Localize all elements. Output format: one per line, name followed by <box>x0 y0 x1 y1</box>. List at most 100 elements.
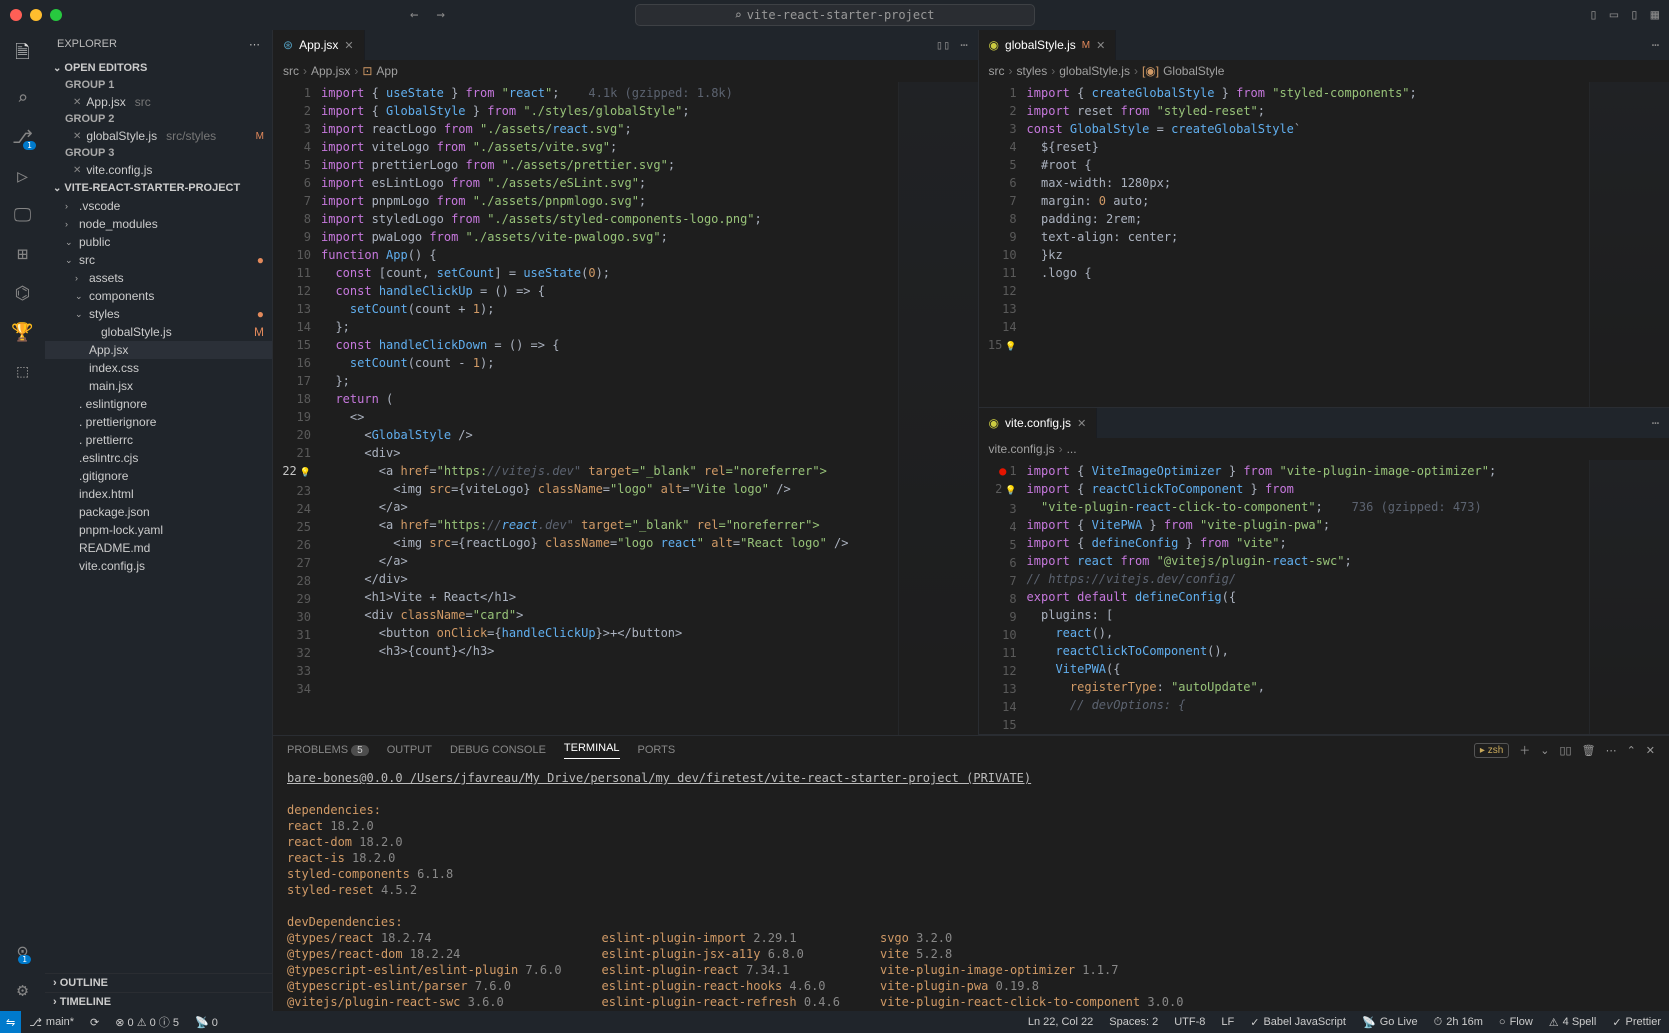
sync-icon[interactable]: ⟳ <box>82 1011 107 1033</box>
code-editor[interactable]: import { ViteImageOptimizer } from "vite… <box>1027 460 1589 734</box>
radio-status[interactable]: 📡 0 <box>187 1011 226 1033</box>
file-item[interactable]: globalStyle.jsM <box>45 323 272 341</box>
encoding[interactable]: UTF-8 <box>1166 1016 1213 1029</box>
trophy-icon[interactable]: 🏆 <box>11 322 33 343</box>
layout-panel-icon[interactable]: ▭ <box>1610 7 1618 23</box>
prettier-status[interactable]: ✓ Prettier <box>1604 1016 1669 1029</box>
file-item[interactable]: .eslintrc.cjs <box>45 449 272 467</box>
trash-icon[interactable]: 🗑 <box>1582 744 1596 757</box>
file-item[interactable]: package.json <box>45 503 272 521</box>
chevron-up-icon[interactable]: ⌃ <box>1627 744 1636 757</box>
close-icon[interactable]: ✕ <box>73 165 81 176</box>
terminal-output[interactable]: bare-bones@0.0.0 /Users/jfavreau/My Driv… <box>273 764 1669 1011</box>
run-debug-icon[interactable]: ▷ <box>17 166 28 187</box>
settings-gear-icon[interactable]: ⚙ <box>17 980 28 1001</box>
file-item[interactable]: README.md <box>45 539 272 557</box>
git-branch[interactable]: ⎇ main* <box>21 1011 82 1033</box>
folder-item[interactable]: ⌄styles● <box>45 305 272 323</box>
tab-globalstyle[interactable]: ◉ globalStyle.js M ✕ <box>979 30 1117 60</box>
testing-icon[interactable]: ⌬ <box>15 283 31 304</box>
customize-layout-icon[interactable]: ▦ <box>1651 7 1659 23</box>
breadcrumb[interactable]: src› styles› globalStyle.js› [◉] GlobalS… <box>979 60 1669 82</box>
code-editor[interactable]: import { createGlobalStyle } from "style… <box>1027 82 1589 407</box>
folder-item[interactable]: ⌄public <box>45 233 272 251</box>
source-control-icon[interactable]: ⎇1 <box>12 127 33 148</box>
timeline-section[interactable]: TIMELINE <box>45 992 272 1011</box>
code-editor[interactable]: import { useState } from "react"; 4.1k (… <box>321 82 898 735</box>
breadcrumb[interactable]: vite.config.js› ... <box>979 438 1669 460</box>
nav-forward-icon[interactable]: → <box>436 7 444 23</box>
indentation[interactable]: Spaces: 2 <box>1101 1016 1166 1029</box>
file-item[interactable]: App.jsx <box>45 341 272 359</box>
file-item[interactable]: vite.config.js <box>45 557 272 575</box>
close-icon[interactable]: ✕ <box>344 39 353 52</box>
minimap[interactable] <box>898 82 978 735</box>
folder-item[interactable]: ⌄components <box>45 287 272 305</box>
line-gutter[interactable]: 123456789101112131415 <box>979 460 1027 734</box>
tab-problems[interactable]: PROBLEMS5 <box>287 744 369 756</box>
minimap[interactable] <box>1589 460 1669 734</box>
tab-terminal[interactable]: TERMINAL <box>564 742 620 759</box>
close-panel-icon[interactable]: ✕ <box>1646 744 1655 757</box>
minimap[interactable] <box>1589 82 1669 407</box>
close-window-icon[interactable] <box>10 9 22 21</box>
more-icon[interactable]: ⋯ <box>1652 38 1659 52</box>
more-icon[interactable]: ⋯ <box>1652 416 1659 430</box>
project-header[interactable]: VITE-REACT-STARTER-PROJECT <box>45 179 272 197</box>
new-terminal-icon[interactable]: ＋ <box>1519 742 1530 758</box>
close-icon[interactable]: ✕ <box>1096 39 1105 52</box>
cursor-position[interactable]: Ln 22, Col 22 <box>1020 1016 1101 1029</box>
file-item[interactable]: main.jsx <box>45 377 272 395</box>
file-item[interactable]: index.html <box>45 485 272 503</box>
chevron-down-icon[interactable]: ⌄ <box>1540 744 1549 757</box>
close-icon[interactable]: ✕ <box>73 97 81 108</box>
figma-icon[interactable]: ⬚ <box>17 361 28 382</box>
tab-debug-console[interactable]: DEBUG CONSOLE <box>450 744 546 756</box>
spell-check[interactable]: ⚠ 4 Spell <box>1541 1016 1605 1029</box>
outline-section[interactable]: OUTLINE <box>45 973 272 992</box>
go-live[interactable]: 📡 Go Live <box>1354 1016 1426 1029</box>
folder-item[interactable]: ›node_modules <box>45 215 272 233</box>
file-item[interactable]: . eslintignore <box>45 395 272 413</box>
open-editors-header[interactable]: OPEN EDITORS <box>45 59 272 77</box>
language-mode[interactable]: ✓ Babel JavaScript <box>1242 1016 1354 1029</box>
folder-item[interactable]: ⌄src● <box>45 251 272 269</box>
remote-explorer-icon[interactable]: 🖵 <box>14 205 31 226</box>
file-item[interactable]: pnpm-lock.yaml <box>45 521 272 539</box>
split-editor-icon[interactable]: ▯▯ <box>936 38 950 52</box>
tab-ports[interactable]: PORTS <box>638 744 676 756</box>
extensions-icon[interactable]: ⊞ <box>17 244 28 265</box>
folder-item[interactable]: ›assets <box>45 269 272 287</box>
file-item[interactable]: . prettierignore <box>45 413 272 431</box>
line-gutter[interactable]: 1234567891011121314151617181920212223242… <box>273 82 321 735</box>
open-editor-item[interactable]: ✕vite.config.js <box>45 161 272 179</box>
layout-sidebar-right-icon[interactable]: ▯ <box>1630 7 1638 23</box>
search-icon[interactable]: ⌕ <box>17 88 28 109</box>
terminal-shell-label[interactable]: ▸ zsh <box>1474 743 1509 758</box>
file-item[interactable]: . prettierrc <box>45 431 272 449</box>
remote-indicator[interactable]: ⇋ <box>0 1011 21 1033</box>
time-tracker[interactable]: ⏱ 2h 16m <box>1426 1016 1491 1029</box>
tab-app[interactable]: ⊛ App.jsx ✕ <box>273 30 365 60</box>
breadcrumb[interactable]: src› App.jsx› ⊡ App <box>273 60 978 82</box>
open-editor-item[interactable]: ✕globalStyle.jssrc/stylesM <box>45 127 272 145</box>
more-icon[interactable]: ⋯ <box>1606 744 1617 757</box>
more-icon[interactable]: ⋯ <box>960 38 967 52</box>
close-icon[interactable]: ✕ <box>73 131 81 142</box>
explorer-icon[interactable]: 🗎 <box>15 40 29 70</box>
layout-sidebar-left-icon[interactable]: ▯ <box>1589 7 1597 23</box>
split-terminal-icon[interactable]: ▯▯ <box>1559 744 1571 757</box>
tab-viteconfig[interactable]: ◉ vite.config.js ✕ <box>979 408 1098 438</box>
tab-output[interactable]: OUTPUT <box>387 744 432 756</box>
nav-back-icon[interactable]: ← <box>410 7 418 23</box>
minimize-window-icon[interactable] <box>30 9 42 21</box>
flow-indicator[interactable]: ○ Flow <box>1491 1016 1541 1029</box>
close-icon[interactable]: ✕ <box>1077 417 1086 430</box>
maximize-window-icon[interactable] <box>50 9 62 21</box>
open-editor-item[interactable]: ✕App.jsxsrc <box>45 93 272 111</box>
command-center[interactable]: ⌕ vite-react-starter-project <box>635 4 1035 26</box>
accounts-icon[interactable]: ⊙1 <box>17 941 28 962</box>
eol[interactable]: LF <box>1213 1016 1242 1029</box>
file-item[interactable]: index.css <box>45 359 272 377</box>
file-item[interactable]: .gitignore <box>45 467 272 485</box>
